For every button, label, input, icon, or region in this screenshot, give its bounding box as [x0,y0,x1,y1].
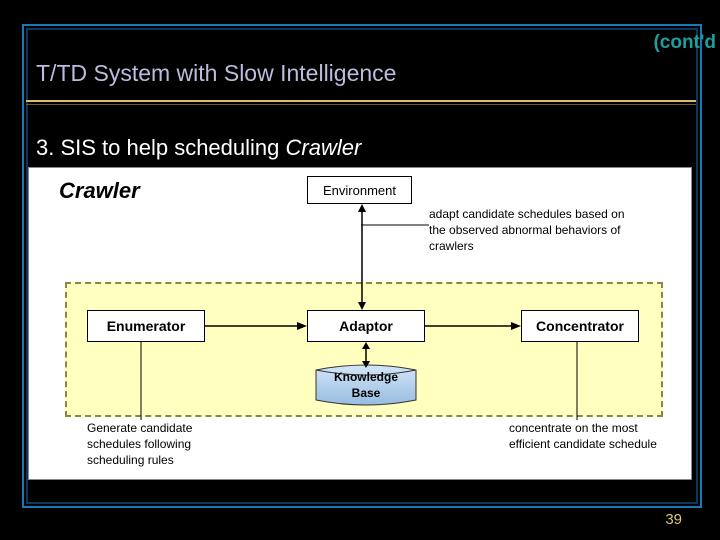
diagram-container: Crawler Environment adapt candidate sche… [28,167,692,480]
enumerator-note: Generate candidate schedules following s… [87,420,237,469]
knowledge-base-label: KnowledgeBase [315,370,417,401]
diagram-title: Crawler [59,178,140,204]
connector-env-note [361,223,429,227]
connector-conc-note [575,342,579,420]
arrow-enum-adaptor [205,318,307,334]
enumerator-box: Enumerator [87,310,205,342]
concentrator-label: Concentrator [536,318,624,334]
enumerator-label: Enumerator [107,318,186,334]
environment-label: Environment [323,183,396,198]
arrow-adaptor-conc [425,318,521,334]
arrow-adaptor-kb [358,342,374,368]
continued-label: (cont'd [653,32,716,54]
slide-title: T/TD System with Slow Intelligence [36,60,396,87]
subtitle-prefix: 3. SIS to help scheduling [36,135,286,160]
environment-note: adapt candidate schedules based on the o… [429,206,634,255]
environment-box: Environment [307,176,412,204]
concentrator-box: Concentrator [521,310,639,342]
adaptor-label: Adaptor [339,318,393,334]
knowledge-base-shape: KnowledgeBase [315,364,417,406]
slide-subtitle: 3. SIS to help scheduling Crawler [36,135,361,161]
arrow-env-adaptor [354,204,370,310]
page-number: 39 [665,511,682,528]
connector-enum-note [139,342,143,420]
subtitle-emphasis: Crawler [286,135,362,160]
adaptor-box: Adaptor [307,310,425,342]
title-underline [26,100,696,102]
title-underline-shadow [26,104,696,105]
concentrator-note: concentrate on the most efficient candid… [509,420,679,452]
